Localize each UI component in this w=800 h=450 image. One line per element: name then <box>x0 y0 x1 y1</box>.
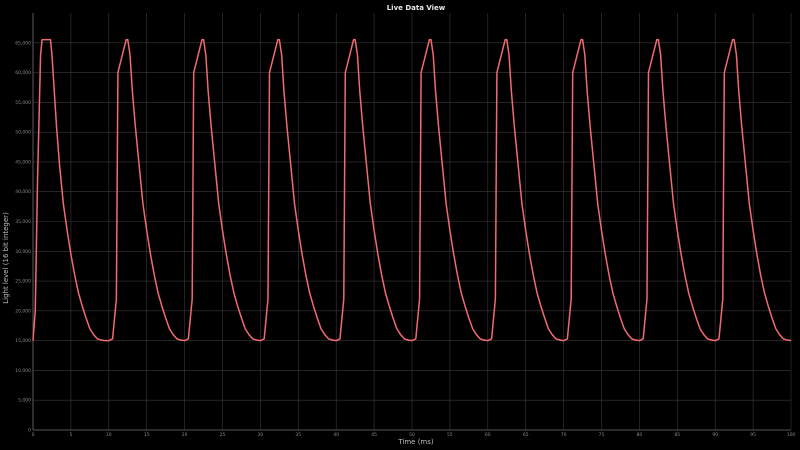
x-tick-label: 5 <box>69 432 72 438</box>
x-tick-label: 0 <box>32 432 35 438</box>
y-tick-label: 5,000 <box>18 398 31 404</box>
x-tick-label: 80 <box>637 432 643 438</box>
y-tick-label: 35,000 <box>15 219 31 225</box>
chart-title: Live Data View <box>387 4 446 12</box>
x-tick-label: 65 <box>523 432 529 438</box>
chart-background <box>0 0 800 450</box>
x-tick-label: 55 <box>447 432 453 438</box>
x-tick-label: 35 <box>295 432 301 438</box>
y-tick-label: 65,000 <box>15 40 31 46</box>
y-tick-label: 55,000 <box>15 100 31 106</box>
y-tick-label: 30,000 <box>15 249 31 255</box>
y-tick-label: 10,000 <box>15 368 31 374</box>
x-tick-label: 40 <box>333 432 339 438</box>
x-tick-label: 60 <box>485 432 491 438</box>
live-data-chart: Live Data View Time (ms) Light level (16… <box>0 0 800 450</box>
x-tick-label: 50 <box>409 432 415 438</box>
y-tick-label: 0 <box>28 428 31 434</box>
x-tick-label: 95 <box>750 432 756 438</box>
y-tick-label: 15,000 <box>15 338 31 344</box>
y-tick-label: 25,000 <box>15 279 31 285</box>
y-tick-label: 45,000 <box>15 159 31 165</box>
x-tick-label: 100 <box>787 432 796 438</box>
y-tick-label: 60,000 <box>15 70 31 76</box>
y-tick-label: 20,000 <box>15 308 31 314</box>
x-tick-label: 45 <box>371 432 377 438</box>
x-tick-label: 85 <box>674 432 680 438</box>
x-tick-label: 70 <box>561 432 567 438</box>
x-tick-label: 75 <box>599 432 605 438</box>
x-tick-label: 90 <box>712 432 718 438</box>
x-tick-label: 20 <box>182 432 188 438</box>
x-tick-label: 25 <box>220 432 226 438</box>
x-tick-label: 10 <box>106 432 112 438</box>
y-axis-label: Light level (16 bit integer) <box>2 212 10 304</box>
grid <box>32 13 792 431</box>
y-tick-label: 50,000 <box>15 130 31 136</box>
y-tick-label: 40,000 <box>15 189 31 195</box>
x-tick-label: 30 <box>258 432 264 438</box>
x-tick-label: 15 <box>144 432 150 438</box>
x-axis-label: Time (ms) <box>397 438 434 446</box>
